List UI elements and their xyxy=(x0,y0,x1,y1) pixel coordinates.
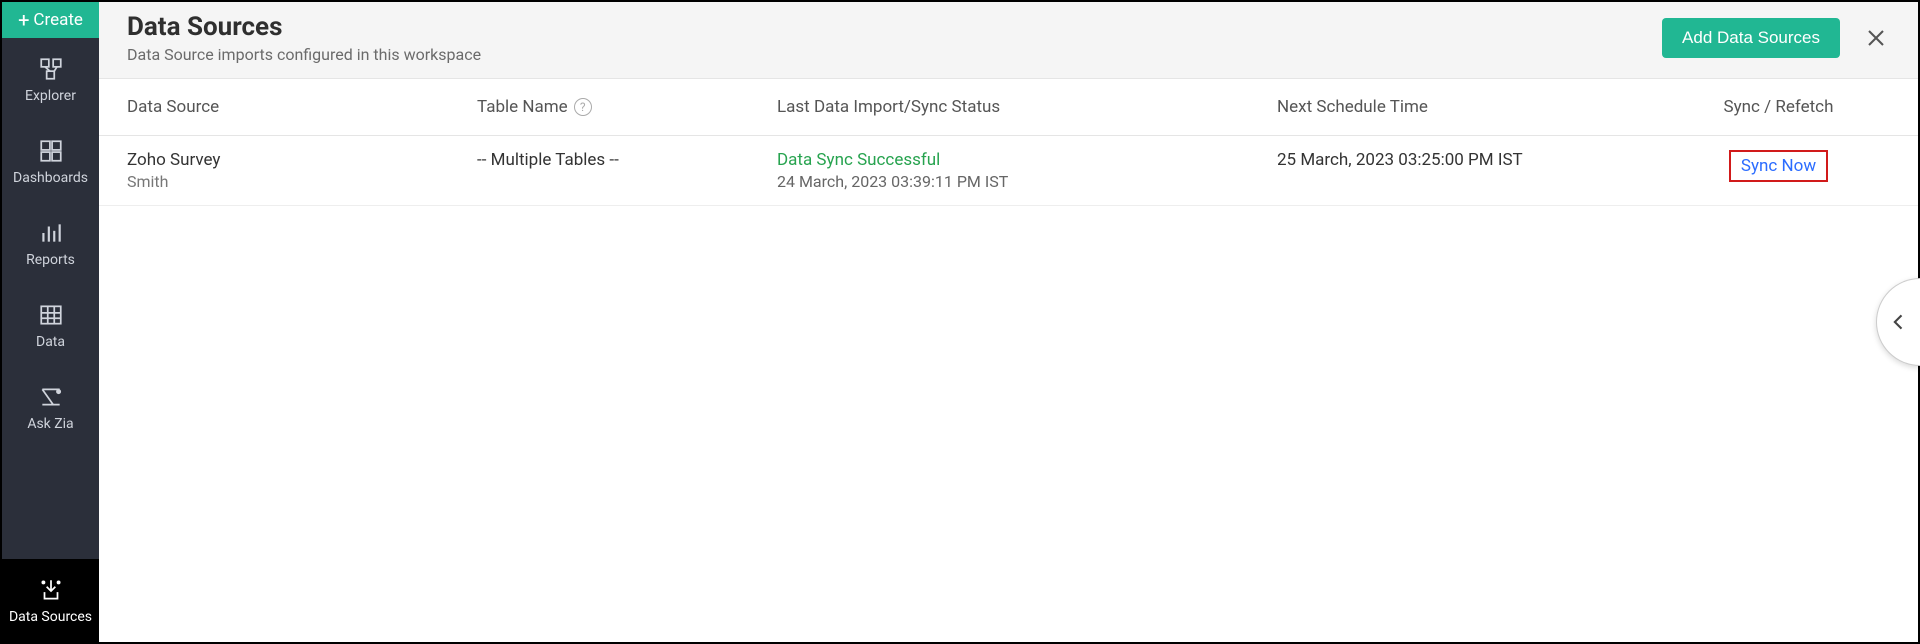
sidebar-item-label: Reports xyxy=(26,252,75,268)
dashboards-icon xyxy=(38,138,64,164)
create-button-label: Create xyxy=(33,10,83,30)
create-button[interactable]: + Create xyxy=(2,2,99,38)
sidebar-item-data[interactable]: Data xyxy=(2,284,99,366)
plus-icon: + xyxy=(18,10,29,30)
table-row[interactable]: Zoho Survey Smith -- Multiple Tables -- … xyxy=(99,136,1918,206)
data-icon xyxy=(38,302,64,328)
table-header-row: Data Source Table Name ? Last Data Impor… xyxy=(99,79,1918,136)
close-button[interactable] xyxy=(1862,24,1890,52)
th-next-schedule: Next Schedule Time xyxy=(1277,97,1667,117)
explorer-icon xyxy=(38,56,64,82)
help-icon[interactable]: ? xyxy=(574,98,592,116)
th-sync-refetch: Sync / Refetch xyxy=(1667,97,1890,117)
sidebar-item-ask-zia[interactable]: Ask Zia xyxy=(2,366,99,448)
main-content: Data Sources Data Source imports configu… xyxy=(99,2,1918,642)
sidebar-item-label: Dashboards xyxy=(13,170,88,186)
th-last-status: Last Data Import/Sync Status xyxy=(777,97,1277,117)
sidebar-item-reports[interactable]: Reports xyxy=(2,202,99,284)
reports-icon xyxy=(38,220,64,246)
chevron-left-icon xyxy=(1889,308,1909,336)
cell-status-text: Data Sync Successful xyxy=(777,150,1277,170)
sidebar-item-explorer[interactable]: Explorer xyxy=(2,38,99,120)
sidebar-item-label: Data Sources xyxy=(9,609,92,626)
page-subtitle: Data Source imports configured in this w… xyxy=(127,45,481,64)
sidebar-item-label: Explorer xyxy=(25,88,76,104)
add-data-sources-button[interactable]: Add Data Sources xyxy=(1662,18,1840,58)
page-title: Data Sources xyxy=(127,12,481,43)
sidebar-item-label: Ask Zia xyxy=(27,416,73,432)
close-icon xyxy=(1864,26,1888,50)
cell-next-schedule: 25 March, 2023 03:25:00 PM IST xyxy=(1277,150,1667,191)
th-table-name: Table Name xyxy=(477,97,568,117)
th-data-source: Data Source xyxy=(127,97,477,117)
sidebar: + Create Explorer Dashboards Reports xyxy=(2,2,99,642)
page-header: Data Sources Data Source imports configu… xyxy=(99,2,1918,79)
sidebar-item-label: Data xyxy=(36,334,65,350)
cell-table-name: -- Multiple Tables -- xyxy=(477,150,777,191)
sync-now-link[interactable]: Sync Now xyxy=(1729,150,1828,182)
data-sources-table: Data Source Table Name ? Last Data Impor… xyxy=(99,79,1918,642)
data-source-name: Zoho Survey xyxy=(127,150,477,170)
cell-status-time: 24 March, 2023 03:39:11 PM IST xyxy=(777,172,1277,191)
sidebar-item-data-sources[interactable]: Data Sources xyxy=(2,559,99,642)
data-sources-icon xyxy=(38,577,64,603)
ask-zia-icon xyxy=(38,384,64,410)
data-source-sub: Smith xyxy=(127,172,477,191)
sidebar-item-dashboards[interactable]: Dashboards xyxy=(2,120,99,202)
